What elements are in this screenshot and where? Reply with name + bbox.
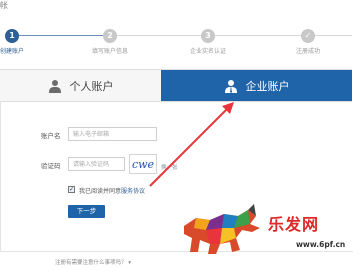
bull-logo-icon (184, 204, 260, 254)
watermark-brand: 乐发网 (268, 215, 320, 234)
watermark-url: www.6pf.cn (296, 240, 346, 249)
